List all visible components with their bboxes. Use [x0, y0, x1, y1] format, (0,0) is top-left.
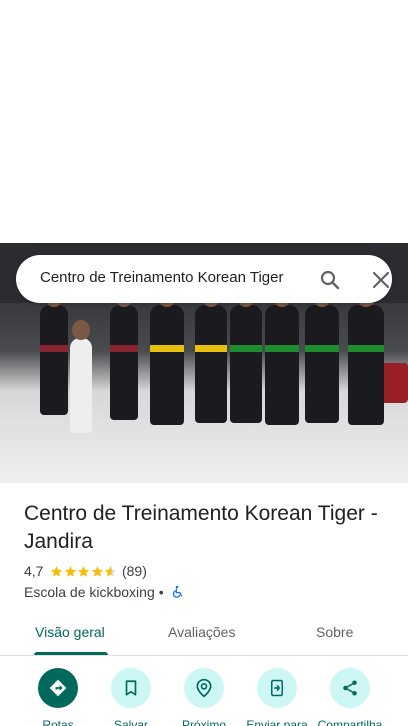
bookmark-icon [111, 668, 151, 708]
photo-person [70, 320, 92, 433]
photo-person [40, 287, 68, 415]
directions-icon [38, 668, 78, 708]
photo-person [305, 287, 339, 423]
send-to-phone-label: Enviar para [246, 718, 308, 726]
close-icon[interactable] [369, 268, 393, 292]
wheelchair-accessible-icon [172, 585, 182, 598]
rating-value: 4,7 [24, 563, 44, 579]
review-count[interactable]: (89) [122, 563, 147, 579]
directions-label: Rotas [42, 718, 74, 726]
separator: • [158, 584, 164, 600]
nearby-label: Próximo [181, 718, 226, 726]
star-icon [91, 565, 104, 577]
nearby-button[interactable]: Próximo [164, 668, 244, 726]
send-to-phone-icon [257, 668, 297, 708]
share-label: Compartilha [317, 718, 383, 726]
photo-person [230, 287, 262, 423]
photo-person [150, 287, 184, 425]
rating-row[interactable]: 4,7 (89) [24, 563, 147, 579]
tab-overview[interactable]: Visão geral [35, 624, 105, 640]
nearby-icon [184, 668, 224, 708]
search-icon[interactable] [318, 268, 342, 292]
save-button[interactable]: Salvar [91, 668, 171, 726]
star-icon [51, 565, 63, 577]
map-area [0, 0, 408, 243]
star-icon [64, 565, 77, 577]
tab-bar: Visão geral Avaliações Sobre [0, 612, 408, 656]
share-icon [330, 668, 370, 708]
star-half-icon [105, 565, 117, 577]
place-title: Centro de Treinamento Korean Tiger - Jan… [24, 502, 378, 553]
tab-reviews[interactable]: Avaliações [168, 624, 235, 640]
photo-person [348, 287, 384, 425]
directions-button[interactable]: Rotas [18, 668, 98, 726]
tab-about[interactable]: Sobre [316, 624, 353, 640]
action-bar: Rotas Salvar Próximo Enviar para Compart… [0, 668, 408, 726]
photo-person [265, 287, 299, 425]
rating-stars [50, 565, 118, 578]
star-icon [78, 565, 90, 577]
search-input[interactable]: Centro de Treinamento Korean Tiger [40, 269, 302, 286]
save-label: Salvar [113, 718, 148, 726]
photo-person [110, 287, 138, 420]
share-button[interactable]: Compartilha [310, 668, 390, 726]
category-row: Escola de kickboxing • [24, 584, 184, 600]
tab-indicator [34, 652, 108, 655]
send-to-phone-button[interactable]: Enviar para [237, 668, 317, 726]
place-category: Escola de kickboxing [24, 584, 155, 600]
search-bar[interactable]: Centro de Treinamento Korean Tiger [16, 255, 392, 303]
photo-person [195, 287, 227, 423]
